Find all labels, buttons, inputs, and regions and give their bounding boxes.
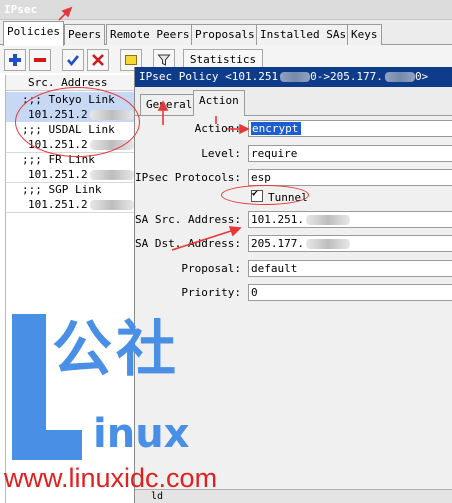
- tab-policies[interactable]: Policies: [3, 21, 64, 46]
- annotation-arrows: [58, 6, 250, 251]
- watermark-inux-text: inux: [93, 411, 190, 457]
- watermark-chinese-text: 公社: [52, 315, 180, 385]
- watermark-logo-l-foot: [12, 430, 82, 460]
- watermark-url: www.linuxidc.com: [4, 463, 218, 493]
- tab-action[interactable]: Action: [193, 90, 245, 116]
